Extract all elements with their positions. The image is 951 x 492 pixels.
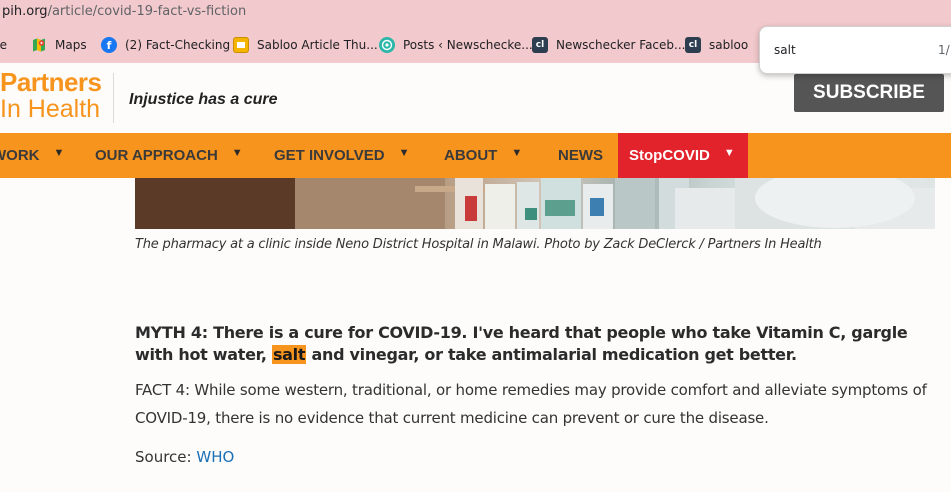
pharmacy-photo xyxy=(135,178,935,229)
subscribe-button[interactable]: SUBSCRIBE xyxy=(794,74,944,112)
address-bar[interactable]: pih.org/article/covid-19-fact-vs-fiction xyxy=(0,0,951,27)
logo-line-1: Partners xyxy=(0,67,102,97)
nav-item-stopcovid[interactable]: StopCOVID ▼ xyxy=(618,133,748,178)
bookmark-label: Sabloo Article Thu... xyxy=(257,38,378,52)
bookmark-label: be xyxy=(0,38,7,52)
find-match-count: 1/ xyxy=(938,43,950,57)
newschecker-icon: cl xyxy=(685,37,701,53)
bookmark-sabloo[interactable]: cl sabloo xyxy=(685,36,748,54)
bookmark-item[interactable]: be xyxy=(0,36,7,54)
site-tagline: Injustice has a cure xyxy=(129,91,278,108)
bookmark-sabloo-article[interactable]: Sabloo Article Thu... xyxy=(233,36,378,54)
caret-down-icon: ▼ xyxy=(511,146,523,159)
bookmark-label: (2) Fact-Checking xyxy=(125,38,231,52)
caret-down-icon: ▼ xyxy=(723,146,735,159)
nav-item-label: GET INVOLVED xyxy=(274,147,385,164)
nav-item-news[interactable]: NEWS xyxy=(558,133,603,178)
myth-heading: MYTH 4: There is a cure for COVID-19. I'… xyxy=(135,322,945,366)
bookmark-newschecker-facebook[interactable]: cl Newschecker Faceb... xyxy=(532,36,685,54)
nav-item-label: StopCOVID xyxy=(629,147,710,164)
nav-item-label: WORK xyxy=(0,147,40,164)
url-path: /article/covid-19-fact-vs-fiction xyxy=(47,4,247,19)
source-line: Source: WHO xyxy=(135,448,234,466)
nav-item-our-approach[interactable]: OUR APPROACH ▼ xyxy=(95,133,243,178)
wordpress-icon xyxy=(379,37,395,53)
nav-item-label: OUR APPROACH xyxy=(95,147,218,164)
find-bar: 1/ xyxy=(759,26,951,74)
bookmark-fact-checking[interactable]: f (2) Fact-Checking xyxy=(101,36,230,54)
caret-down-icon: ▼ xyxy=(398,146,410,159)
nav-item-label: ABOUT xyxy=(444,147,498,164)
find-input[interactable] xyxy=(774,41,924,59)
folder-doc-icon xyxy=(233,37,249,53)
logo-divider xyxy=(113,73,114,123)
url-text[interactable]: pih.org/article/covid-19-fact-vs-fiction xyxy=(2,4,246,19)
nav-item-label: NEWS xyxy=(558,147,603,164)
facebook-icon: f xyxy=(101,37,117,53)
pih-logo[interactable]: Partners In Health xyxy=(0,69,102,123)
main-nav: WORK ▼ OUR APPROACH ▼ GET INVOLVED ▼ ABO… xyxy=(0,133,951,178)
bookmark-label: Maps xyxy=(55,38,87,52)
caret-down-icon: ▼ xyxy=(231,146,243,159)
logo-line-2: In Health xyxy=(0,95,101,123)
photo-caption: The pharmacy at a clinic inside Neno Dis… xyxy=(135,237,822,252)
source-link-who[interactable]: WHO xyxy=(196,448,234,466)
bookmark-label: Newschecker Faceb... xyxy=(556,38,686,52)
bookmark-posts-newschecker[interactable]: Posts ‹ Newschecke... xyxy=(379,36,533,54)
caret-down-icon: ▼ xyxy=(53,146,65,159)
newschecker-icon: cl xyxy=(532,37,548,53)
nav-item-get-involved[interactable]: GET INVOLVED ▼ xyxy=(274,133,409,178)
source-label: Source: xyxy=(135,448,192,466)
bookmark-label: Posts ‹ Newschecke... xyxy=(403,38,533,52)
myth-text-end: and vinegar, or take antimalarial medica… xyxy=(306,345,797,364)
find-highlight: salt xyxy=(271,345,307,364)
nav-item-work[interactable]: WORK ▼ xyxy=(0,133,64,178)
maps-icon xyxy=(31,37,47,53)
url-host: pih.org xyxy=(2,4,48,19)
nav-item-about[interactable]: ABOUT ▼ xyxy=(444,133,522,178)
fact-paragraph: FACT 4: While some western, traditional,… xyxy=(135,381,927,427)
bookmark-maps[interactable]: Maps xyxy=(31,36,87,54)
bookmark-label: sabloo xyxy=(709,38,749,52)
